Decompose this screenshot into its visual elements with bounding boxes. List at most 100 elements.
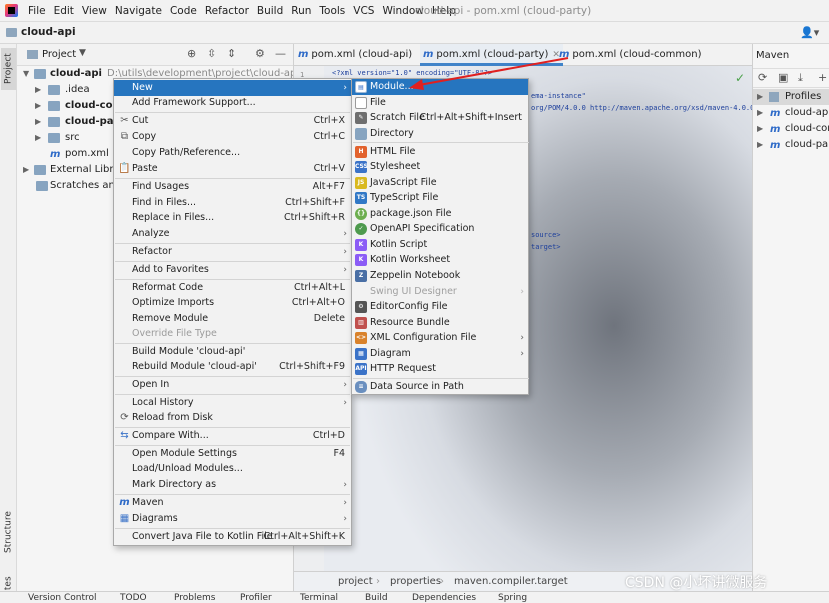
context-menu-item-new[interactable]: New › — [114, 80, 351, 96]
context-menu-item-open-module-settings[interactable]: Open Module Settings F4 — [114, 446, 351, 462]
submenu-item-directory[interactable]: Directory — [352, 126, 528, 142]
gear-icon[interactable]: ⚙ — [255, 47, 265, 60]
chevron-right-icon[interactable]: ▶ — [23, 162, 29, 178]
context-menu-item-compare-with[interactable]: ⇆ Compare With... Ctrl+D — [114, 428, 351, 444]
submenu-item-typescript-file[interactable]: TS TypeScript File — [352, 190, 528, 206]
build-tab[interactable]: Build — [365, 593, 388, 603]
add-icon[interactable]: + — [818, 71, 827, 84]
editor-tab[interactable]: m pom.xml (cloud-common) — [559, 44, 701, 66]
tool-tab-structure[interactable]: Structure — [1, 506, 16, 558]
context-menu-item-find-in-files[interactable]: Find in Files... Ctrl+Shift+F — [114, 195, 351, 211]
generate-sources-icon[interactable]: ▣ — [778, 71, 788, 84]
menu-build[interactable]: Build — [253, 0, 287, 22]
chevron-right-icon[interactable]: ▶ — [757, 105, 763, 121]
context-menu-item-analyze[interactable]: Analyze › — [114, 226, 351, 242]
chevron-right-icon[interactable]: ▶ — [35, 98, 41, 114]
terminal-tab[interactable]: Terminal — [300, 593, 338, 603]
breadcrumb-item[interactable]: maven.compiler.target — [454, 576, 568, 587]
context-menu-item-mark-directory-as[interactable]: Mark Directory as › — [114, 477, 351, 493]
menu-file[interactable]: File — [24, 0, 50, 22]
context-menu-item-local-history[interactable]: Local History › — [114, 395, 351, 411]
context-menu-item-cut[interactable]: ✂ Cut Ctrl+X — [114, 113, 351, 129]
maven-tree-row-project[interactable]: ▶ m cloud-part — [753, 137, 829, 153]
context-menu-item-reload-from-disk[interactable]: ⟳ Reload from Disk — [114, 410, 351, 426]
context-menu-item-find-usages[interactable]: Find Usages Alt+F7 — [114, 179, 351, 195]
chevron-right-icon[interactable]: ▶ — [35, 82, 41, 98]
profiler-tab[interactable]: Profiler — [240, 593, 272, 603]
chevron-right-icon[interactable]: ▶ — [35, 130, 41, 146]
todo-tab[interactable]: TODO — [120, 593, 147, 603]
context-menu-item-rebuild-module[interactable]: Rebuild Module 'cloud-api' Ctrl+Shift+F9 — [114, 359, 351, 375]
submenu-item-data-source-in-path[interactable]: ≡ Data Source in Path — [352, 379, 528, 395]
menu-tools[interactable]: Tools — [315, 0, 349, 22]
context-menu-item-convert-java-to-kotlin[interactable]: Convert Java File to Kotlin File Ctrl+Alt… — [114, 529, 351, 545]
chevron-down-icon[interactable]: ▼ — [79, 48, 86, 58]
submenu-item-http-request[interactable]: API HTTP Request — [352, 361, 528, 377]
context-menu-item-paste[interactable]: 📋 Paste Ctrl+V — [114, 161, 351, 177]
context-menu-item-replace-in-files[interactable]: Replace in Files... Ctrl+Shift+R — [114, 210, 351, 226]
maven-tree-row-profiles[interactable]: ▶ Profiles — [753, 89, 829, 105]
download-icon[interactable]: ⤓ — [798, 71, 803, 85]
maven-tree-row-project[interactable]: ▶ m cloud-api — [753, 105, 829, 121]
breadcrumb-item[interactable]: properties — [390, 576, 441, 587]
submenu-item-javascript-file[interactable]: JS JavaScript File — [352, 175, 528, 191]
context-menu-item-copy-path[interactable]: Copy Path/Reference... — [114, 145, 351, 161]
spring-tab[interactable]: Spring — [498, 593, 527, 603]
context-menu-item-optimize-imports[interactable]: Optimize Imports Ctrl+Alt+O — [114, 295, 351, 311]
version-control-tab[interactable]: Version Control — [28, 593, 97, 603]
problems-tab[interactable]: Problems — [174, 593, 215, 603]
submenu-item-kotlin-worksheet[interactable]: K Kotlin Worksheet — [352, 252, 528, 268]
submenu-item-stylesheet[interactable]: CSS Stylesheet — [352, 159, 528, 175]
menu-code[interactable]: Code — [166, 0, 201, 22]
submenu-item-zeppelin-notebook[interactable]: Z Zeppelin Notebook — [352, 268, 528, 284]
context-menu-item-reformat-code[interactable]: Reformat Code Ctrl+Alt+L — [114, 280, 351, 296]
submenu-item-editorconfig-file[interactable]: ⚙ EditorConfig File — [352, 299, 528, 315]
breadcrumb-item[interactable]: project — [338, 576, 373, 587]
locate-icon[interactable]: ⊕ — [187, 47, 196, 60]
context-menu-item-remove-module[interactable]: Remove Module Delete — [114, 311, 351, 327]
context-menu-item-open-in[interactable]: Open In › — [114, 377, 351, 393]
context-menu-item-add-to-favorites[interactable]: Add to Favorites › — [114, 262, 351, 278]
code-line[interactable]: source> — [531, 231, 561, 239]
chevron-right-icon[interactable]: ▶ — [35, 114, 41, 130]
reload-icon[interactable]: ⟳ — [758, 71, 767, 84]
project-view-label[interactable]: Project — [42, 49, 76, 60]
code-line[interactable]: target> — [531, 243, 561, 251]
code-line[interactable]: org/POM/4.0.0 http://maven.apache.org/xs… — [531, 104, 752, 112]
menu-run[interactable]: Run — [287, 0, 315, 22]
submenu-item-kotlin-script[interactable]: K Kotlin Script — [352, 237, 528, 253]
user-icon[interactable]: 👤▾ — [800, 26, 819, 39]
tool-tab-project[interactable]: Project — [1, 48, 16, 90]
menu-edit[interactable]: Edit — [50, 0, 78, 22]
submenu-item-scratch-file[interactable]: ✎ Scratch File Ctrl+Alt+Shift+Insert — [352, 110, 528, 126]
collapse-all-icon[interactable]: ⇕ — [227, 47, 236, 60]
maven-tree-row-project[interactable]: ▶ m cloud-com — [753, 121, 829, 137]
submenu-item-diagram[interactable]: ▦ Diagram › — [352, 346, 528, 362]
context-menu-item-load-unload-modules[interactable]: Load/Unload Modules... — [114, 461, 351, 477]
submenu-item-xml-configuration-file[interactable]: <> XML Configuration File › — [352, 330, 528, 346]
context-menu-item-refactor[interactable]: Refactor › — [114, 244, 351, 260]
expand-all-icon[interactable]: ⇳ — [207, 47, 216, 60]
submenu-item-resource-bundle[interactable]: ▥ Resource Bundle — [352, 315, 528, 331]
menu-refactor[interactable]: Refactor — [201, 0, 253, 22]
context-menu-item-maven[interactable]: m Maven › — [114, 495, 351, 511]
chevron-right-icon[interactable]: ▶ — [757, 89, 763, 105]
chevron-right-icon[interactable]: ▶ — [757, 121, 763, 137]
submenu-item-package-json[interactable]: {} package.json File — [352, 206, 528, 222]
menu-navigate[interactable]: Navigate — [111, 0, 166, 22]
editor-tab[interactable]: m pom.xml (cloud-api) — [298, 44, 412, 66]
dependencies-tab[interactable]: Dependencies — [412, 593, 476, 603]
context-menu-item-build-module[interactable]: Build Module 'cloud-api' — [114, 344, 351, 360]
context-menu-item-diagrams[interactable]: ▦ Diagrams › — [114, 511, 351, 527]
datasource-icon: ≡ — [355, 381, 367, 393]
submenu-item-openapi-specification[interactable]: ✓ OpenAPI Specification — [352, 221, 528, 237]
hide-panel-icon[interactable]: — — [275, 47, 286, 60]
context-menu-item-copy[interactable]: ⧉ Copy Ctrl+C — [114, 129, 351, 145]
chevron-down-icon[interactable]: ▼ — [23, 66, 29, 82]
nav-project-name[interactable]: cloud-api — [21, 26, 76, 38]
menu-vcs[interactable]: VCS — [349, 0, 378, 22]
context-menu-item-add-framework-support[interactable]: Add Framework Support... — [114, 95, 351, 111]
submenu-item-html-file[interactable]: H HTML File — [352, 144, 528, 160]
chevron-right-icon[interactable]: ▶ — [757, 137, 763, 153]
menu-view[interactable]: View — [78, 0, 111, 22]
